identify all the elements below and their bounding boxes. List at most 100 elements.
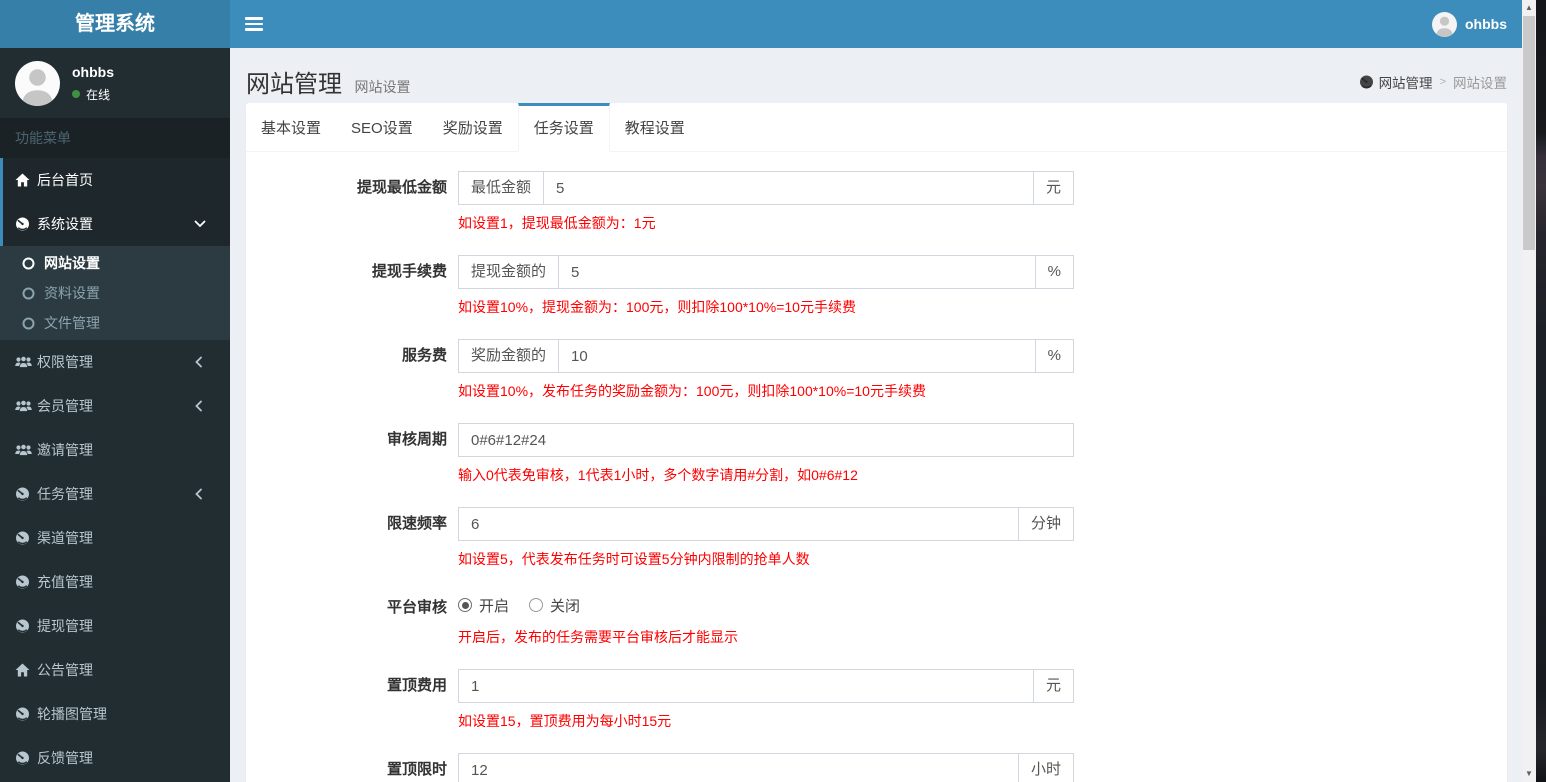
user-avatar-icon (1432, 11, 1457, 37)
sidebar-item-渠道管理[interactable]: 渠道管理 (0, 516, 230, 560)
sidebar-section-label: 功能菜单 (0, 118, 230, 158)
online-status-icon (72, 90, 80, 98)
input-prefix-addon: 提现金额的 (458, 255, 559, 289)
circle-o-icon (22, 287, 35, 300)
sidebar-item-label: 轮播图管理 (37, 706, 107, 722)
sidebar-item-权限管理[interactable]: 权限管理 (0, 340, 230, 384)
tab-任务设置[interactable]: 任务设置 (517, 103, 610, 152)
field-label: 置顶费用 (386, 677, 447, 694)
submenu-item-label: 网站设置 (44, 255, 100, 271)
vertical-scrollbar[interactable]: ▲ ▼ (1522, 0, 1536, 782)
gauge-icon (15, 531, 37, 545)
field-hint: 如设置5，代表发布任务时可设置5分钟内限制的抢单人数 (458, 551, 810, 567)
field-label: 提现手续费 (371, 263, 447, 280)
submenu-item-label: 资料设置 (44, 285, 100, 301)
field-input-group: 分钟 (458, 507, 1074, 541)
sidebar-item-label: 充值管理 (37, 574, 93, 590)
chevron-down-icon (194, 220, 216, 229)
circle-o-icon (22, 317, 35, 330)
scrollbar-up-arrow-icon[interactable]: ▲ (1522, 0, 1536, 16)
field-hint: 输入0代表免审核，1代表1小时，多个数字请用#分割，如0#6#12 (458, 467, 858, 483)
form-field-审核周期: 审核周期 输入0代表免审核，1代表1小时，多个数字请用#分割，如0#6#12 (246, 423, 1507, 485)
sidebar-item-label: 渠道管理 (37, 530, 93, 546)
gauge-icon (1359, 75, 1374, 89)
sidebar: ohbbs 在线 功能菜单 后台首页系统设置网站设置资料设置文件管理 权限管理 会员… (0, 48, 230, 782)
submenu-item-网站设置[interactable]: 网站设置 (0, 248, 230, 278)
input-suffix-addon: 元 (1033, 171, 1074, 205)
sidebar-user-panel: ohbbs 在线 (0, 48, 230, 118)
field-hint: 开启后，发布的任务需要平台审核后才能显示 (458, 629, 738, 645)
radio-label[interactable]: 开启 (479, 595, 509, 616)
field-input-group: 小时 (458, 753, 1074, 782)
chevron-left-icon (194, 488, 216, 500)
sidebar-item-label: 提现管理 (37, 618, 93, 634)
scrollbar-down-arrow-icon[interactable]: ▼ (1522, 766, 1536, 782)
gauge-icon (15, 217, 37, 231)
sidebar-item-系统设置[interactable]: 系统设置 (0, 202, 230, 246)
field-input-置顶费用[interactable] (458, 669, 1034, 703)
gauge-icon (15, 575, 37, 589)
field-input-置顶限时[interactable] (458, 753, 1019, 782)
field-input-提现手续费[interactable] (558, 255, 1036, 289)
brand-title: 管理系统 (0, 0, 230, 48)
field-input-审核周期[interactable] (458, 423, 1074, 457)
input-suffix-addon: 小时 (1018, 753, 1074, 782)
home-icon (15, 173, 37, 187)
sidebar-menu: 后台首页系统设置网站设置资料设置文件管理 权限管理 会员管理 邀请管理 任务管理渠道管理… (0, 158, 230, 780)
sidebar-item-轮播图管理[interactable]: 轮播图管理 (0, 692, 230, 736)
field-input-限速频率[interactable] (458, 507, 1019, 541)
field-hint: 如设置15，置顶费用为每小时15元 (458, 713, 672, 729)
breadcrumb-root-label: 网站管理 (1378, 76, 1433, 91)
tab-奖励设置[interactable]: 奖励设置 (428, 103, 518, 151)
tab-教程设置[interactable]: 教程设置 (610, 103, 700, 151)
form-field-限速频率: 限速频率 分钟 如设置5，代表发布任务时可设置5分钟内限制的抢单人数 (246, 507, 1507, 569)
submenu-item-文件管理[interactable]: 文件管理 (0, 308, 230, 338)
gauge-icon (15, 751, 37, 765)
users-icon (15, 443, 37, 457)
gauge-icon (15, 619, 37, 633)
input-suffix-addon: 元 (1033, 669, 1074, 703)
sidebar-item-公告管理[interactable]: 公告管理 (0, 648, 230, 692)
input-prefix-addon: 奖励金额的 (458, 339, 559, 373)
field-input-提现最低金额[interactable] (543, 171, 1034, 205)
form-field-置顶限时: 置顶限时 小时 (246, 753, 1507, 782)
sidebar-item-充值管理[interactable]: 充值管理 (0, 560, 230, 604)
field-label: 置顶限时 (386, 761, 447, 778)
field-input-group: 提现金额的% (458, 255, 1074, 289)
breadcrumb: 网站管理 > 网站设置 (1359, 72, 1507, 92)
settings-box: 基本设置SEO设置奖励设置任务设置教程设置 提现最低金额 最低金额元 如设置1，… (246, 103, 1507, 782)
sidebar-item-反馈管理[interactable]: 反馈管理 (0, 736, 230, 780)
sidebar-item-邀请管理[interactable]: 邀请管理 (0, 428, 230, 472)
sidebar-toggle-button[interactable] (230, 0, 278, 48)
sidebar-item-后台首页[interactable]: 后台首页 (0, 158, 230, 202)
scrollbar-thumb[interactable] (1523, 16, 1535, 250)
submenu-item-资料设置[interactable]: 资料设置 (0, 278, 230, 308)
sidebar-item-label: 后台首页 (37, 172, 93, 188)
input-prefix-addon: 最低金额 (458, 171, 544, 205)
breadcrumb-root[interactable]: 网站管理 (1359, 72, 1433, 92)
hamburger-icon (245, 17, 263, 34)
radio-关闭[interactable] (529, 598, 544, 612)
sidebar-item-会员管理[interactable]: 会员管理 (0, 384, 230, 428)
task-settings-form: 提现最低金额 最低金额元 如设置1，提现最低金额为：1元 提现手续费 提现金额的… (246, 152, 1507, 782)
gauge-icon (15, 707, 37, 721)
sidebar-item-label: 公告管理 (37, 662, 93, 678)
tab-基本设置[interactable]: 基本设置 (246, 103, 336, 151)
radio-开启-checked[interactable] (458, 598, 472, 612)
form-field-提现手续费: 提现手续费 提现金额的% 如设置10%，提现金额为：100元，则扣除100*10… (246, 255, 1507, 317)
home-icon (15, 663, 37, 677)
background-window-edge (1536, 0, 1546, 782)
page-title: 网站管理 (246, 71, 342, 98)
sidebar-item-任务管理[interactable]: 任务管理 (0, 472, 230, 516)
input-suffix-addon: 分钟 (1018, 507, 1074, 541)
field-input-服务费[interactable] (558, 339, 1036, 373)
topbar-user-menu[interactable]: ohbbs (1432, 0, 1507, 48)
users-icon (15, 355, 37, 369)
field-label: 审核周期 (386, 431, 447, 448)
circle-o-icon (22, 257, 35, 270)
topbar: 管理系统 ohbbs (0, 0, 1522, 48)
radio-label[interactable]: 关闭 (550, 595, 580, 616)
sidebar-item-提现管理[interactable]: 提现管理 (0, 604, 230, 648)
breadcrumb-current: 网站设置 (1453, 76, 1507, 91)
tab-SEO设置[interactable]: SEO设置 (336, 103, 428, 151)
